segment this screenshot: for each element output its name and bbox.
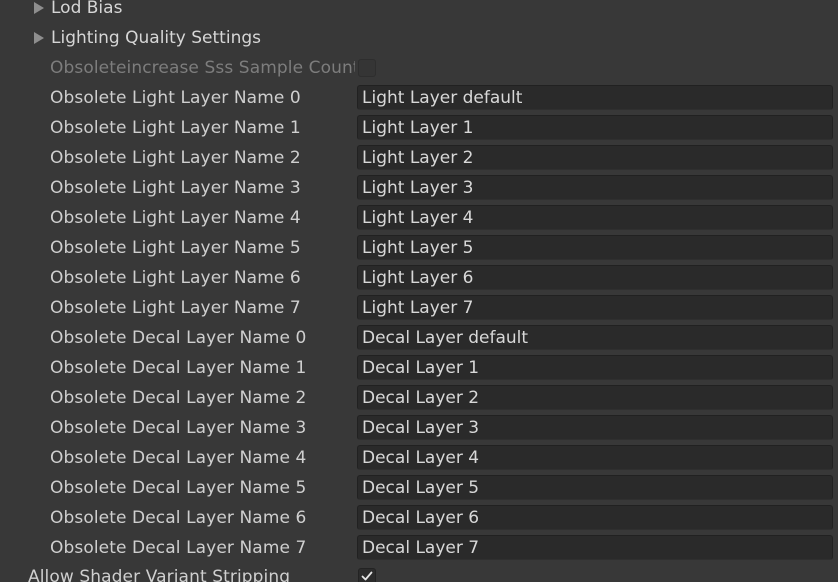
foldout-lod-bias[interactable]: Lod Bias [0,0,838,23]
decal-layer-name-row: Obsolete Decal Layer Name 1 Decal Layer 1 [0,353,838,383]
decal-layer-name-field[interactable]: Decal Layer 6 [357,505,833,530]
decal-layer-name-row: Obsolete Decal Layer Name 6 Decal Layer 6 [0,503,838,533]
decal-layer-name-label: Obsolete Decal Layer Name 0 [50,328,307,348]
light-layer-name-label: Obsolete Light Layer Name 5 [50,238,301,258]
light-layer-name-field[interactable]: Light Layer 6 [357,265,833,290]
checkmark-icon [361,571,373,581]
decal-layer-name-field[interactable]: Decal Layer default [357,325,833,350]
foldout-lod-bias-header[interactable]: Lod Bias [34,0,122,23]
light-layer-name-row: Obsolete Light Layer Name 5 Light Layer 5 [0,233,838,263]
foldout-label: Lighting Quality Settings [51,28,261,48]
sss-sample-count-label: Obsoleteincrease Sss Sample Count [50,58,355,78]
light-layer-name-label: Obsolete Light Layer Name 1 [50,118,301,138]
decal-layer-name-row: Obsolete Decal Layer Name 5 Decal Layer 5 [0,473,838,503]
decal-layer-name-row: Obsolete Decal Layer Name 3 Decal Layer 3 [0,413,838,443]
decal-layer-name-label: Obsolete Decal Layer Name 3 [50,418,307,438]
light-layer-name-field[interactable]: Light Layer 7 [357,295,833,320]
decal-layer-name-label: Obsolete Decal Layer Name 7 [50,538,307,558]
sss-sample-count-checkbox [358,59,376,77]
foldout-lighting-quality-header[interactable]: Lighting Quality Settings [34,23,261,53]
shader-variant-stripping-label: Allow Shader Variant Stripping [28,567,291,582]
light-layer-name-field[interactable]: Light Layer 3 [357,175,833,200]
light-layer-name-label: Obsolete Light Layer Name 4 [50,208,301,228]
light-layer-name-field[interactable]: Light Layer default [357,85,833,110]
light-layer-name-row: Obsolete Light Layer Name 6 Light Layer 6 [0,263,838,293]
decal-layer-name-label: Obsolete Decal Layer Name 6 [50,508,307,528]
triangle-right-icon[interactable] [34,32,44,44]
light-layer-name-row: Obsolete Light Layer Name 0 Light Layer d… [0,83,838,113]
decal-layer-name-field[interactable]: Decal Layer 7 [357,535,833,560]
foldout-lighting-quality-settings[interactable]: Lighting Quality Settings [0,23,838,53]
light-layer-name-label: Obsolete Light Layer Name 7 [50,298,301,318]
light-layer-name-row: Obsolete Light Layer Name 2 Light Layer 2 [0,143,838,173]
decal-layer-name-row: Obsolete Decal Layer Name 7 Decal Layer 7 [0,533,838,563]
light-layer-name-field[interactable]: Light Layer 5 [357,235,833,260]
decal-layer-name-field[interactable]: Decal Layer 1 [357,355,833,380]
decal-layer-name-label: Obsolete Decal Layer Name 2 [50,388,307,408]
light-layer-name-row: Obsolete Light Layer Name 4 Light Layer 4 [0,203,838,233]
light-layer-name-row: Obsolete Light Layer Name 1 Light Layer 1 [0,113,838,143]
light-layer-name-label: Obsolete Light Layer Name 0 [50,88,301,108]
decal-layer-name-label: Obsolete Decal Layer Name 1 [50,358,307,378]
decal-layer-name-row: Obsolete Decal Layer Name 2 Decal Layer 2 [0,383,838,413]
light-layer-name-label: Obsolete Light Layer Name 3 [50,178,301,198]
shader-variant-stripping-row: Allow Shader Variant Stripping [0,562,838,582]
light-layer-name-field[interactable]: Light Layer 2 [357,145,833,170]
shader-variant-stripping-checkbox[interactable] [358,568,376,582]
decal-layer-name-field[interactable]: Decal Layer 2 [357,385,833,410]
foldout-label: Lod Bias [51,0,123,18]
decal-layer-name-label: Obsolete Decal Layer Name 4 [50,448,307,468]
triangle-right-icon[interactable] [34,2,44,14]
light-layer-name-label: Obsolete Light Layer Name 2 [50,148,301,168]
decal-layer-name-field[interactable]: Decal Layer 5 [357,475,833,500]
light-layer-name-field[interactable]: Light Layer 1 [357,115,833,140]
decal-layer-name-field[interactable]: Decal Layer 3 [357,415,833,440]
decal-layer-name-row: Obsolete Decal Layer Name 0 Decal Layer d… [0,323,838,353]
light-layer-name-row: Obsolete Light Layer Name 7 Light Layer 7 [0,293,838,323]
light-layer-name-label: Obsolete Light Layer Name 6 [50,268,301,288]
decal-layer-name-field[interactable]: Decal Layer 4 [357,445,833,470]
light-layer-name-field[interactable]: Light Layer 4 [357,205,833,230]
light-layer-name-row: Obsolete Light Layer Name 3 Light Layer 3 [0,173,838,203]
sss-sample-count-row: Obsoleteincrease Sss Sample Count [0,53,838,83]
decal-layer-name-label: Obsolete Decal Layer Name 5 [50,478,307,498]
decal-layer-name-row: Obsolete Decal Layer Name 4 Decal Layer 4 [0,443,838,473]
